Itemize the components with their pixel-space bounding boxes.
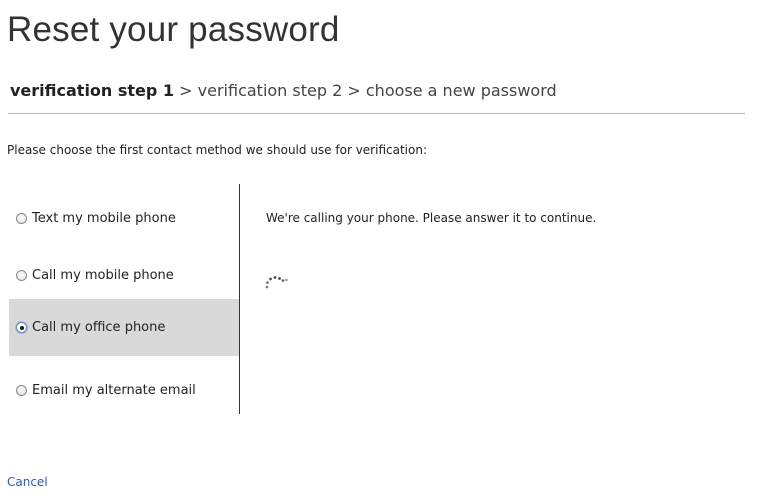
contact-method-list: Text my mobile phone Call my mobile phon…: [9, 184, 240, 414]
option-label: Call my office phone: [32, 320, 166, 335]
breadcrumb: verification step 1 > verification step …: [10, 80, 557, 102]
header-divider: [8, 113, 745, 114]
breadcrumb-step-verification-2: verification step 2: [197, 81, 343, 100]
radio-unselected-icon[interactable]: [16, 270, 27, 281]
option-label: Call my mobile phone: [32, 268, 174, 283]
breadcrumb-separator: >: [179, 81, 193, 100]
breadcrumb-separator: >: [347, 81, 361, 100]
option-label: Text my mobile phone: [32, 211, 176, 226]
option-text-mobile-phone[interactable]: Text my mobile phone: [9, 190, 239, 247]
breadcrumb-step-verification-1: verification step 1: [10, 81, 175, 100]
radio-selected-icon[interactable]: [16, 322, 27, 333]
option-email-alternate[interactable]: Email my alternate email: [9, 362, 239, 419]
breadcrumb-step-choose-password: choose a new password: [365, 81, 557, 100]
page-title: Reset your password: [7, 10, 340, 49]
radio-unselected-icon[interactable]: [16, 213, 27, 224]
option-call-office-phone[interactable]: Call my office phone: [9, 299, 239, 356]
contact-method-prompt: Please choose the first contact method w…: [7, 143, 427, 157]
option-call-mobile-phone[interactable]: Call my mobile phone: [9, 247, 239, 304]
option-label: Email my alternate email: [32, 383, 196, 398]
loading-spinner-icon: [264, 270, 292, 294]
radio-unselected-icon[interactable]: [16, 385, 27, 396]
status-message: We're calling your phone. Please answer …: [266, 211, 597, 225]
cancel-link[interactable]: Cancel: [7, 474, 48, 490]
